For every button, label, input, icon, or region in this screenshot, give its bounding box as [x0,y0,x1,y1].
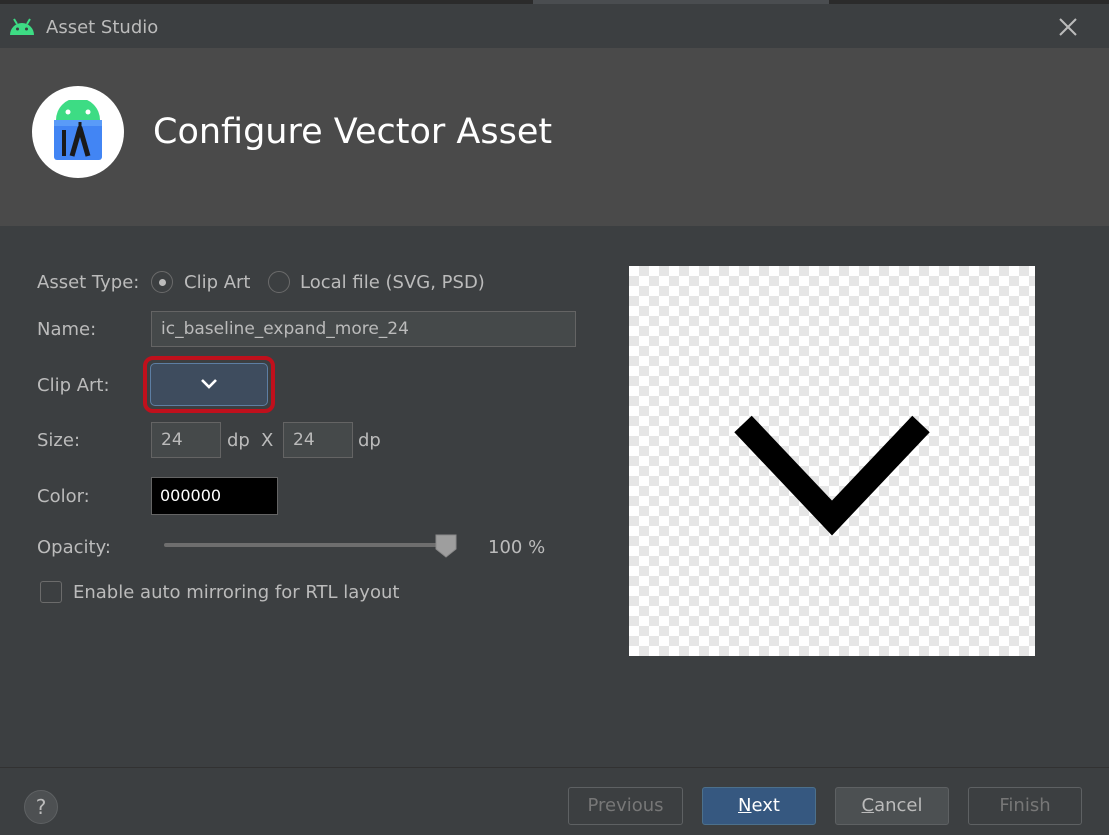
footer-divider [0,767,1109,768]
color-picker-field[interactable]: 000000 [151,477,278,515]
size-separator: X [261,430,274,451]
clip-art-button[interactable] [150,363,268,406]
radio-local-file-label[interactable]: Local file (SVG, PSD) [300,272,485,293]
help-button[interactable]: ? [24,790,58,824]
opacity-label: Opacity: [37,537,111,558]
android-studio-logo-icon [32,86,124,178]
cancel-button[interactable]: Cancel [835,787,949,825]
size-label: Size: [37,430,81,451]
radio-clip-art[interactable] [151,271,173,293]
title-bar: Asset Studio [0,4,1109,48]
width-unit: dp [227,430,250,451]
android-icon [8,16,36,36]
name-input[interactable]: ic_baseline_expand_more_24 [151,311,576,347]
finish-button[interactable]: Finish [968,787,1082,825]
next-button[interactable]: Next [702,787,816,825]
width-input[interactable]: 24 [151,422,221,458]
cancel-button-mnemonic: C [861,795,875,816]
previous-button[interactable]: Previous [568,787,683,825]
name-label: Name: [37,319,97,340]
radio-local-file[interactable] [268,271,290,293]
asset-type-label: Asset Type: [37,272,140,293]
next-button-mnemonic: N [738,795,752,816]
asset-preview [629,266,1035,656]
page-title: Configure Vector Asset [153,112,553,152]
close-icon[interactable] [1055,14,1081,40]
next-button-label: ext [751,795,780,816]
opacity-value: 100 % [488,537,546,558]
clip-art-label: Clip Art: [37,375,110,396]
window-title: Asset Studio [46,17,159,38]
color-label: Color: [37,486,90,507]
cancel-button-label: ancel [874,795,923,816]
radio-clip-art-label[interactable]: Clip Art [184,272,251,293]
auto-mirroring-checkbox[interactable] [40,581,62,603]
height-unit: dp [358,430,381,451]
height-input[interactable]: 24 [283,422,353,458]
expand-more-icon [734,415,930,536]
chevron-down-icon [201,379,217,389]
header-banner: Configure Vector Asset [0,48,1109,226]
auto-mirroring-label[interactable]: Enable auto mirroring for RTL layout [73,582,399,603]
opacity-slider-track[interactable] [164,543,450,547]
opacity-slider-thumb[interactable] [434,533,458,559]
